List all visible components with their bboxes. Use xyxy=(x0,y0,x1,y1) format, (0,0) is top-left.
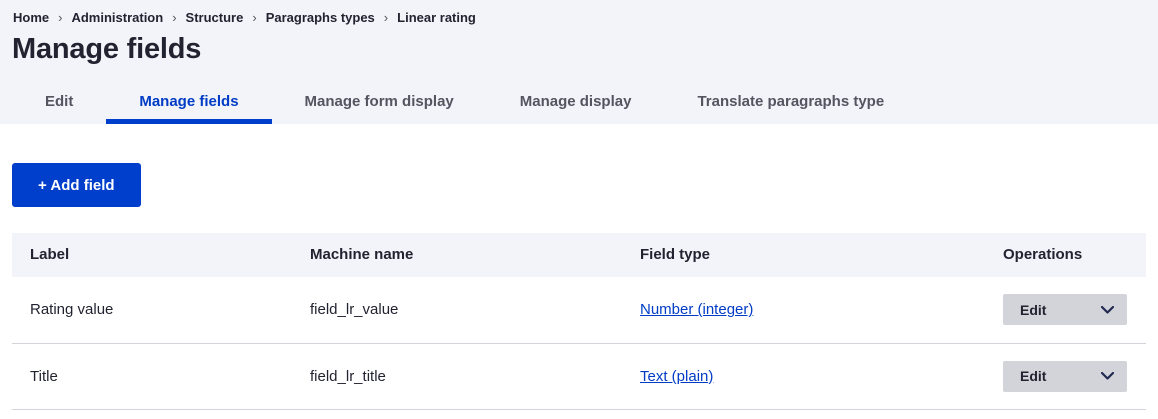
page-header: Home › Administration › Structure › Para… xyxy=(0,0,1158,124)
add-field-button[interactable]: + Add field xyxy=(12,163,141,207)
breadcrumb: Home › Administration › Structure › Para… xyxy=(0,9,1158,25)
table-row: Title field_lr_title Text (plain) Edit xyxy=(12,343,1146,409)
tab-manage-display[interactable]: Manage display xyxy=(487,84,665,124)
chevron-down-icon xyxy=(1101,306,1114,314)
tab-manage-fields[interactable]: Manage fields xyxy=(106,84,271,124)
page-title: Manage fields xyxy=(12,32,1146,66)
operations-cell: Edit xyxy=(985,343,1146,409)
column-header-machine-name: Machine name xyxy=(292,233,622,277)
field-label-cell: Title xyxy=(12,343,292,409)
operations-cell: Edit xyxy=(985,277,1146,343)
breadcrumb-separator: › xyxy=(58,10,62,25)
edit-dropdown-button[interactable]: Edit xyxy=(1003,294,1127,325)
breadcrumb-item-administration[interactable]: Administration xyxy=(71,10,163,25)
breadcrumb-separator: › xyxy=(252,10,256,25)
edit-dropdown-button[interactable]: Edit xyxy=(1003,361,1127,392)
breadcrumb-item-linear-rating[interactable]: Linear rating xyxy=(397,10,476,25)
field-type-cell: Text (plain) xyxy=(622,343,985,409)
column-header-label: Label xyxy=(12,233,292,277)
edit-dropdown-label: Edit xyxy=(1020,302,1046,318)
field-type-link[interactable]: Number (integer) xyxy=(640,301,753,318)
breadcrumb-item-home[interactable]: Home xyxy=(13,10,49,25)
edit-dropdown-label: Edit xyxy=(1020,368,1046,384)
tab-manage-form-display[interactable]: Manage form display xyxy=(272,84,487,124)
tab-edit[interactable]: Edit xyxy=(12,84,106,124)
table-row: Rating value field_lr_value Number (inte… xyxy=(12,277,1146,343)
breadcrumb-item-structure[interactable]: Structure xyxy=(186,10,244,25)
chevron-down-icon xyxy=(1101,372,1114,380)
breadcrumb-separator: › xyxy=(172,10,176,25)
breadcrumb-separator: › xyxy=(384,10,388,25)
machine-name-cell: field_lr_value xyxy=(292,277,622,343)
main-content: + Add field Label Machine name Field typ… xyxy=(0,124,1158,410)
primary-tabs: Edit Manage fields Manage form display M… xyxy=(12,84,1158,124)
fields-table: Label Machine name Field type Operations… xyxy=(12,233,1146,410)
breadcrumb-item-paragraphs-types[interactable]: Paragraphs types xyxy=(266,10,375,25)
field-type-link[interactable]: Text (plain) xyxy=(640,368,713,385)
field-type-cell: Number (integer) xyxy=(622,277,985,343)
column-header-field-type: Field type xyxy=(622,233,985,277)
field-label-cell: Rating value xyxy=(12,277,292,343)
column-header-operations: Operations xyxy=(985,233,1146,277)
machine-name-cell: field_lr_title xyxy=(292,343,622,409)
tab-translate-paragraphs-type[interactable]: Translate paragraphs type xyxy=(664,84,917,124)
table-header-row: Label Machine name Field type Operations xyxy=(12,233,1146,277)
